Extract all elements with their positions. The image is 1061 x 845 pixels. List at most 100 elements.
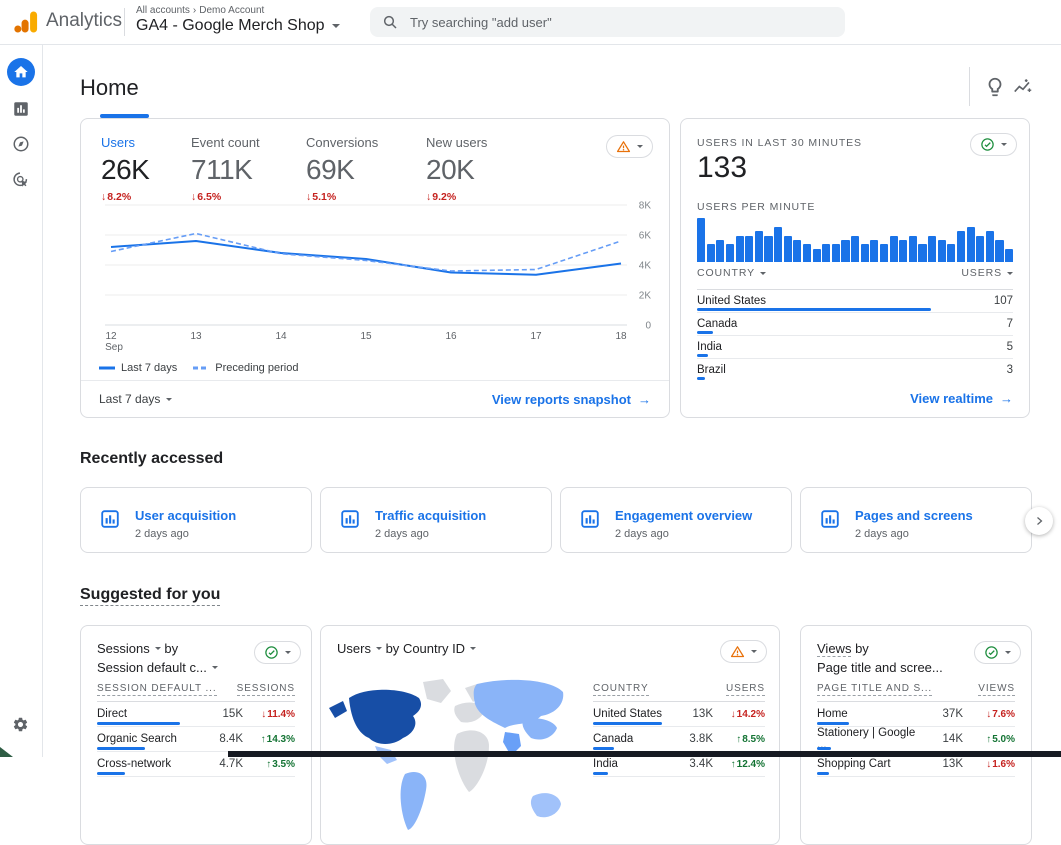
view-realtime-link[interactable]: View realtime→	[910, 391, 1013, 406]
top-app-bar: Analytics All accounts › Demo Account GA…	[0, 0, 1061, 45]
suggested-card-sessions: Sessions by Session default c... SESSION…	[80, 625, 312, 845]
table-row: India 5	[697, 336, 1013, 359]
breadcrumb[interactable]: All accounts › Demo Account	[136, 5, 264, 16]
svg-text:0: 0	[645, 321, 651, 332]
column-header[interactable]: COUNTRY	[593, 683, 649, 696]
value-bar	[97, 772, 125, 775]
column-header[interactable]: USERS	[726, 683, 765, 696]
recent-card-engagement-overview[interactable]: Engagement overview 2 days ago	[560, 487, 792, 553]
insights-lightbulb-button[interactable]	[984, 76, 1006, 98]
suggested-card-users-by-country: Users by Country ID COUNTRY USERS United…	[320, 625, 780, 845]
recent-card-user-acquisition[interactable]: User acquisition 2 days ago	[80, 487, 312, 553]
realtime-table-header: COUNTRY USERS	[697, 267, 1013, 279]
chevron-down-icon	[285, 651, 291, 654]
data-quality-warning-dropdown[interactable]	[606, 135, 653, 158]
active-metric-tab-indicator	[100, 114, 149, 118]
metric-tab-conversions[interactable]: Conversions 69K ↓5.1%	[306, 135, 426, 203]
data-quality-ok-dropdown[interactable]	[974, 641, 1021, 664]
property-name: GA4 - Google Merch Shop	[136, 17, 325, 35]
chevron-down-icon	[760, 272, 766, 275]
breadcrumb-all-accounts[interactable]: All accounts	[136, 5, 190, 16]
header-divider	[124, 8, 125, 36]
chevron-right-icon	[1033, 515, 1045, 527]
property-switcher[interactable]: GA4 - Google Merch Shop	[136, 17, 340, 35]
check-circle-icon	[264, 645, 279, 660]
realtime-title: USERS IN LAST 30 MINUTES	[697, 137, 862, 149]
chevron-down-icon	[376, 647, 382, 650]
recent-card-traffic-acquisition[interactable]: Traffic acquisition 2 days ago	[320, 487, 552, 553]
svg-text:8K: 8K	[639, 201, 652, 212]
search-icon	[382, 14, 398, 30]
svg-text:17: 17	[530, 331, 542, 342]
chevron-down-icon	[637, 145, 643, 148]
dimension-picker[interactable]: Session default c...	[97, 658, 218, 677]
home-icon	[13, 64, 29, 80]
scroll-right-button[interactable]	[1025, 507, 1053, 535]
report-chart-icon	[339, 508, 361, 535]
google-analytics-logo-icon	[12, 8, 40, 41]
data-quality-warning-dropdown[interactable]	[720, 640, 767, 663]
svg-text:15: 15	[360, 331, 372, 342]
value-bar	[817, 747, 831, 750]
value-bar	[593, 747, 614, 750]
reports-bar-chart-icon	[12, 100, 30, 118]
lightbulb-icon	[984, 76, 1006, 98]
sidebar-item-explore[interactable]	[12, 135, 30, 153]
dimension-picker[interactable]: Country ID	[403, 639, 476, 658]
realtime-country-table: United States 107 Canada 7 India 5 Brazi…	[697, 289, 1013, 381]
chevron-right-icon: ›	[193, 5, 196, 16]
value-bar	[97, 722, 180, 725]
column-header[interactable]: SESSIONS	[237, 683, 295, 696]
metric-summary-row: Users 26K ↓8.2% Event count 711K ↓6.5% C…	[101, 135, 487, 203]
chevron-down-icon	[1001, 143, 1007, 146]
sidebar-item-advertising[interactable]	[12, 171, 30, 189]
data-quality-ok-dropdown[interactable]	[254, 641, 301, 664]
breadcrumb-demo-account[interactable]: Demo Account	[199, 5, 264, 16]
settings-gear-icon	[12, 716, 29, 733]
value-bar	[697, 354, 708, 357]
svg-text:16: 16	[445, 331, 457, 342]
sidebar-item-home[interactable]	[7, 58, 35, 86]
svg-text:14: 14	[275, 331, 287, 342]
insights-sparkline-icon	[1012, 76, 1034, 98]
column-header[interactable]: PAGE TITLE AND S...	[817, 683, 932, 696]
realtime-card: USERS IN LAST 30 MINUTES 133 USERS PER M…	[680, 118, 1030, 418]
chevron-down-icon	[332, 24, 340, 28]
column-header[interactable]: VIEWS	[978, 683, 1015, 696]
search-bar[interactable]	[370, 7, 845, 37]
svg-text:18: 18	[615, 331, 627, 342]
sidebar-item-reports[interactable]	[12, 100, 30, 118]
dimension-label: Page title and scree...	[817, 660, 943, 675]
search-input[interactable]	[408, 14, 812, 31]
date-range-selector[interactable]: Last 7 days	[99, 392, 172, 406]
table-row: Home 37K ↓7.6%	[817, 702, 1015, 727]
column-header[interactable]: SESSION DEFAULT ...	[97, 683, 217, 696]
sort-by-country[interactable]: COUNTRY	[697, 267, 766, 279]
arrow-right-icon: →	[638, 392, 651, 407]
page-title: Home	[80, 75, 139, 101]
chevron-down-icon	[155, 647, 161, 650]
value-bar	[593, 772, 608, 775]
recent-card-pages-and-screens[interactable]: Pages and screens 2 days ago	[800, 487, 1032, 553]
data-quality-ok-dropdown[interactable]	[970, 133, 1017, 156]
chevron-down-icon	[751, 650, 757, 653]
table-row: Organic Search 8.4K ↑14.3%	[97, 727, 295, 752]
overview-line-chart: 8K6K4K2K012Sep131415161718	[97, 199, 655, 357]
metric-picker[interactable]: Users	[337, 639, 382, 658]
metric-tab-new-users[interactable]: New users 20K ↓9.2%	[426, 135, 487, 203]
views-table: Home 37K ↓7.6% Stationery | Google ... 1…	[817, 701, 1015, 777]
metric-picker[interactable]: Views	[817, 641, 851, 657]
table-header: PAGE TITLE AND S... VIEWS	[817, 683, 1015, 696]
value-bar	[97, 747, 145, 750]
value-bar	[593, 722, 662, 725]
metric-tab-event-count[interactable]: Event count 711K ↓6.5%	[191, 135, 306, 203]
sidebar-item-admin[interactable]	[12, 716, 30, 734]
metric-picker[interactable]: Sessions	[97, 639, 161, 658]
metric-tab-users[interactable]: Users 26K ↓8.2%	[101, 135, 191, 203]
chevron-down-icon	[470, 647, 476, 650]
sort-by-users[interactable]: USERS	[961, 267, 1013, 279]
users-per-minute-chart	[697, 218, 1013, 262]
chevron-down-icon	[212, 666, 218, 669]
analytics-intelligence-button[interactable]	[1012, 76, 1034, 98]
view-reports-snapshot-link[interactable]: View reports snapshot→	[492, 392, 651, 407]
